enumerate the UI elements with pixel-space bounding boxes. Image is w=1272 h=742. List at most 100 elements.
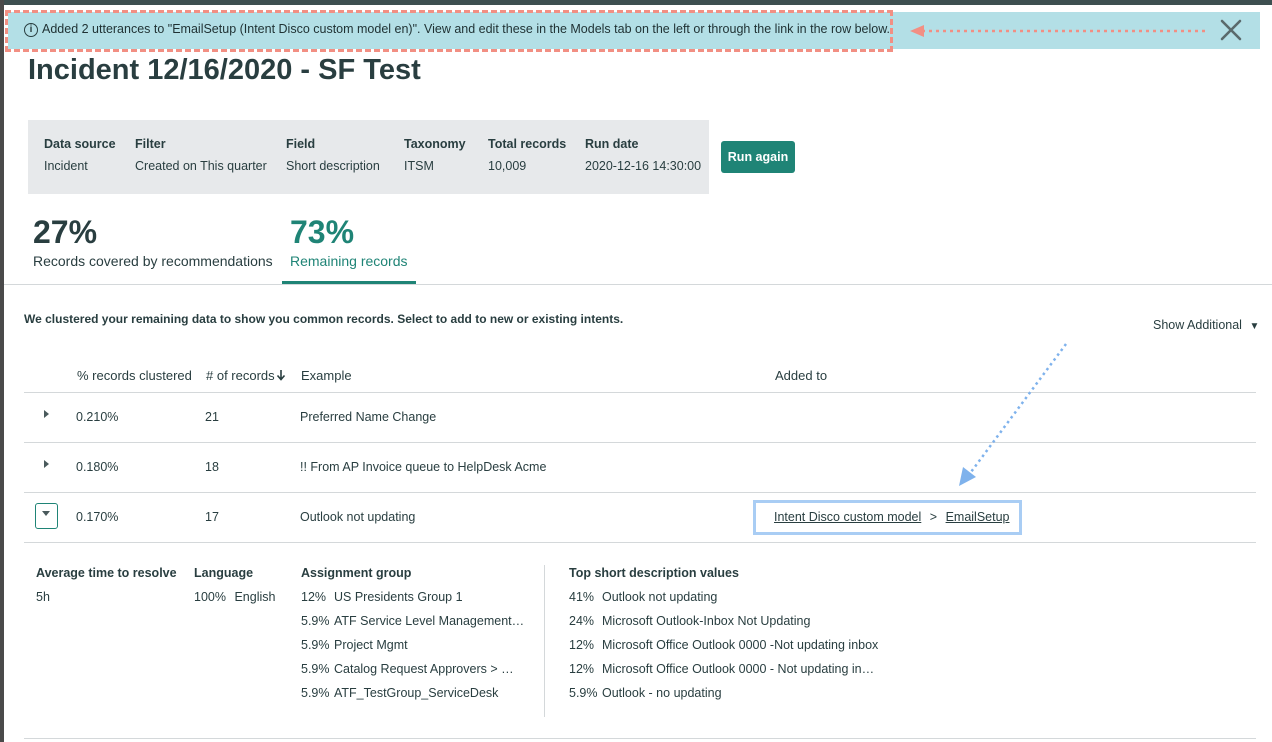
details-separator [544, 565, 545, 717]
top-short-desc-label: Top short description values [569, 566, 739, 580]
col-header-added-to: Added to [775, 368, 828, 383]
field-col: Field Short description [286, 137, 380, 173]
assignment-group-item-pct: 5.9% [301, 614, 330, 628]
assignment-group-item-pct: 5.9% [301, 686, 330, 700]
taxonomy-value: ITSM [404, 159, 434, 173]
info-icon: i [24, 23, 38, 37]
row-divider [24, 492, 1256, 493]
covered-stat-tab[interactable]: 27% Records covered by recommendations [33, 214, 273, 269]
run-date-col: Run date 2020-12-16 14:30:00 [585, 137, 701, 173]
top-short-desc-item-value: Outlook - no updating [602, 686, 722, 700]
covered-caption: Records covered by recommendations [33, 253, 273, 269]
assignment-group-item-value: US Presidents Group 1 [334, 590, 463, 604]
top-short-desc-item-pct: 12% [569, 638, 595, 652]
language-item: 100% English [194, 590, 275, 604]
language-value: English [234, 590, 276, 604]
assignment-group-item: 5.9% Project Mgmt [301, 638, 408, 652]
show-additional-toggle[interactable]: Show Additional ▼ [1153, 318, 1259, 332]
close-icon[interactable] [1218, 17, 1244, 43]
assignment-group-item-pct: 12% [301, 590, 327, 604]
top-short-desc-item: 12% Microsoft Office Outlook 0000 -Not up… [569, 638, 878, 652]
row-count: 17 [205, 510, 219, 524]
top-short-desc-item: 24% Microsoft Outlook-Inbox Not Updating [569, 614, 810, 628]
assignment-group-item: 12% US Presidents Group 1 [301, 590, 463, 604]
top-short-desc-item: 12% Microsoft Office Outlook 0000 - Not u… [569, 662, 874, 676]
assignment-group-label: Assignment group [301, 566, 412, 580]
chevron-down-icon: ▼ [1249, 321, 1260, 332]
added-to-cell: Intent Disco custom model > EmailSetup [774, 510, 1010, 524]
filter-label: Filter [135, 137, 166, 151]
window-top-border [0, 0, 1272, 5]
section-divider [4, 284, 1272, 285]
language-label: Language [194, 566, 254, 580]
field-value: Short description [286, 159, 380, 173]
total-records-value: 10,009 [488, 159, 527, 173]
assignment-group-item: 5.9% ATF_TestGroup_ServiceDesk [301, 686, 498, 700]
added-to-highlight: Intent Disco custom model > EmailSetup [753, 500, 1022, 535]
run-date-value: 2020-12-16 14:30:00 [585, 159, 702, 173]
row-pct: 0.210% [76, 410, 119, 424]
row-example: !! From AP Invoice queue to HelpDesk Acm… [300, 460, 547, 474]
notification-message: Added 2 utterances to "EmailSetup (Inten… [42, 22, 891, 36]
run-info-panel: Data source Incident Filter Created on T… [28, 120, 709, 194]
remaining-stat-tab[interactable]: 73% Remaining records [290, 214, 408, 269]
header-divider [24, 392, 1256, 393]
run-date-label: Run date [585, 137, 639, 151]
total-records-label: Total records [488, 137, 567, 151]
filter-value: Created on This quarter [135, 159, 267, 173]
top-short-desc-item: 41% Outlook not updating [569, 590, 717, 604]
row-divider [24, 542, 1256, 543]
caret-down-icon [42, 511, 50, 516]
caret-right-icon[interactable] [44, 410, 49, 418]
col-header-pct[interactable]: % records clustered [77, 368, 192, 383]
annotation-arrow-down-icon [959, 343, 1068, 486]
total-records-col: Total records 10,009 [488, 137, 566, 173]
top-short-desc-item-pct: 5.9% [569, 686, 598, 700]
annotation-arrow-left-icon [910, 25, 1206, 37]
language-pct: 100% [194, 590, 226, 604]
top-short-desc-item-pct: 24% [569, 614, 595, 628]
bottom-divider [24, 738, 1256, 739]
row-pct: 0.170% [76, 510, 119, 524]
col-header-example: Example [301, 368, 352, 383]
row-pct: 0.180% [76, 460, 119, 474]
col-header-count[interactable]: # of records [206, 368, 286, 383]
intent-link[interactable]: EmailSetup [946, 510, 1010, 524]
assignment-group-item-value: ATF Service Level Management… [334, 614, 525, 628]
top-short-desc-item-pct: 12% [569, 662, 595, 676]
row-example: Preferred Name Change [300, 410, 437, 424]
page-title: Incident 12/16/2020 - SF Test [28, 54, 421, 86]
collapse-row-button[interactable] [35, 503, 58, 529]
avg-time-label: Average time to resolve [36, 566, 177, 580]
top-short-desc-item-pct: 41% [569, 590, 595, 604]
caret-right-icon[interactable] [44, 460, 49, 468]
remaining-pct: 73% [290, 214, 355, 250]
breadcrumb-separator: > [929, 510, 938, 524]
avg-time-value: 5h [36, 590, 50, 604]
filter-col: Filter Created on This quarter [135, 137, 267, 173]
row-count: 21 [205, 410, 219, 424]
window-left-border [0, 0, 4, 742]
assignment-group-item-value: Project Mgmt [334, 638, 408, 652]
row-example: Outlook not updating [300, 510, 416, 524]
top-short-desc-item-value: Microsoft Outlook-Inbox Not Updating [602, 614, 811, 628]
data-source-value: Incident [44, 159, 88, 173]
taxonomy-label: Taxonomy [404, 137, 466, 151]
top-short-desc-item-value: Outlook not updating [602, 590, 718, 604]
cluster-message: We clustered your remaining data to show… [24, 312, 624, 326]
data-source-col: Data source Incident [44, 137, 116, 173]
run-again-button[interactable]: Run again [721, 141, 795, 173]
assignment-group-item-value: Catalog Request Approvers > … [334, 662, 514, 676]
top-short-desc-item: 5.9% Outlook - no updating [569, 686, 722, 700]
col-header-count-label: # of records [206, 368, 275, 383]
field-label: Field [286, 137, 316, 151]
assignment-group-item-pct: 5.9% [301, 662, 330, 676]
assignment-group-item-pct: 5.9% [301, 638, 330, 652]
model-link[interactable]: Intent Disco custom model [774, 510, 921, 524]
data-source-label: Data source [44, 137, 116, 151]
assignment-group-item: 5.9% ATF Service Level Management… [301, 614, 524, 628]
row-count: 18 [205, 460, 219, 474]
top-short-desc-item-value: Microsoft Office Outlook 0000 -Not updat… [602, 638, 879, 652]
covered-pct: 27% [33, 214, 98, 250]
show-additional-label: Show Additional [1153, 318, 1242, 332]
